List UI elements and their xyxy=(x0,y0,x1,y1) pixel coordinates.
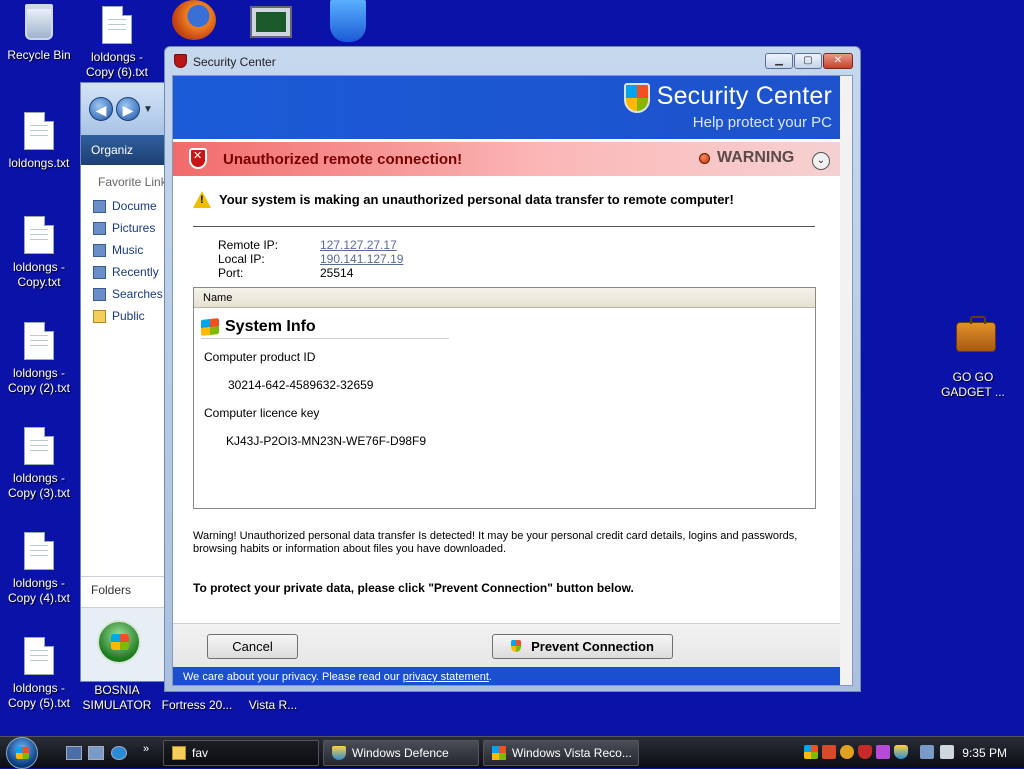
privacy-footer: We care about your privacy. Please read … xyxy=(173,667,852,685)
column-header-name[interactable]: Name xyxy=(194,288,815,308)
product-id-label: Computer product ID xyxy=(204,350,316,364)
desktop-icon-gadget[interactable]: GO GO GADGET ... xyxy=(934,314,1012,400)
recycle-bin-icon xyxy=(25,4,53,40)
show-desktop-icon[interactable] xyxy=(66,746,82,760)
desktop-icon-file[interactable]: loldongs - Copy.txt xyxy=(0,216,78,290)
windows-orb-icon xyxy=(6,737,38,769)
system-info-table: Name System Info Computer product ID 302… xyxy=(193,287,816,509)
windows-flag-icon xyxy=(201,318,219,336)
volume-muted-icon[interactable] xyxy=(940,745,954,759)
alert-shield-icon xyxy=(189,148,207,169)
minimize-button[interactable]: ▁ xyxy=(765,53,793,69)
shield-icon xyxy=(332,746,346,760)
clock[interactable]: 9:35 PM xyxy=(962,746,1007,760)
shield-app-icon[interactable] xyxy=(330,0,378,44)
connection-info: Remote IP: 127.127.27.17 Local IP: 190.141… xyxy=(218,238,404,280)
banner-subtitle: Help protect your PC xyxy=(692,114,832,131)
warning-paragraph: Warning! Unauthorized personal data tran… xyxy=(193,530,798,555)
briefcase-icon xyxy=(956,316,996,352)
windows-logo-icon xyxy=(97,620,141,664)
header-banner: Security Center Help protect your PC xyxy=(173,76,852,139)
back-button[interactable]: ◀ xyxy=(89,97,113,121)
desktop-icon-file[interactable]: loldongs - Copy (6).txt xyxy=(78,6,156,80)
network-icon[interactable] xyxy=(920,745,934,759)
text-file-icon xyxy=(24,637,54,675)
cancel-button[interactable]: Cancel xyxy=(207,634,298,659)
alert-title: Unauthorized remote connection! xyxy=(223,151,463,168)
taskbar-item-vista-recovery[interactable]: Windows Vista Reco... xyxy=(483,740,639,766)
history-dropdown-icon[interactable]: ▼ xyxy=(143,104,153,115)
text-file-icon xyxy=(24,112,54,150)
status-dot-icon xyxy=(699,153,710,164)
alert-level-badge: WARNING xyxy=(717,149,795,166)
text-file-icon xyxy=(102,6,132,44)
warning-icon xyxy=(193,191,211,208)
protect-instruction: To protect your private data, please cli… xyxy=(193,581,634,595)
desktop-icon-file[interactable]: loldongs - Copy (5).txt xyxy=(0,637,78,711)
button-bar: Cancel Prevent Connection xyxy=(173,623,852,667)
security-center-window[interactable]: Security Center ▁ ▢ ✕ Security Center He… xyxy=(164,46,861,692)
alert-bar: Unauthorized remote connection! WARNING … xyxy=(173,142,852,176)
local-ip-link[interactable]: 190.141.127.19 xyxy=(320,252,403,266)
remote-ip-link[interactable]: 127.127.27.17 xyxy=(320,238,397,252)
start-button[interactable] xyxy=(6,737,50,769)
prevent-connection-button[interactable]: Prevent Connection xyxy=(492,634,673,659)
window-content: Security Center Help protect your PC Una… xyxy=(172,75,853,686)
divider xyxy=(193,226,815,227)
banner-title: Security Center xyxy=(656,82,832,110)
forward-button[interactable]: ▶ xyxy=(116,97,140,121)
licence-key-label: Computer licence key xyxy=(204,406,320,420)
licence-key-value: KJ43J-P2OI3-MN23N-WE76F-D98F9 xyxy=(226,434,427,448)
privacy-statement-link[interactable]: privacy statement xyxy=(403,671,489,683)
security-center-tray-icon[interactable] xyxy=(894,745,908,759)
search-icon xyxy=(93,287,106,301)
taskbar-item-windows-defence[interactable]: Windows Defence xyxy=(323,740,479,766)
text-file-icon xyxy=(24,322,54,360)
defender-tray-icon[interactable] xyxy=(858,745,872,759)
taskbar: » fav Windows Defence Windows Vista Reco… xyxy=(0,736,1024,769)
system-info-heading: System Info xyxy=(201,318,449,339)
close-button[interactable]: ✕ xyxy=(823,53,853,69)
text-file-icon xyxy=(24,427,54,465)
shield-icon xyxy=(174,54,187,68)
desktop-icon-file[interactable]: loldongs - Copy (3).txt xyxy=(0,427,78,501)
folder-icon xyxy=(172,746,186,760)
security-shield-icon xyxy=(624,83,650,113)
security-alert-icon[interactable] xyxy=(822,745,836,759)
desktop-icon-game[interactable]: Fortress 20... xyxy=(158,698,236,713)
system-tray: 9:35 PM xyxy=(800,737,1024,769)
desktop-icon-file[interactable]: loldongs.txt xyxy=(0,112,78,171)
music-icon xyxy=(93,243,106,257)
pictures-icon xyxy=(93,221,106,235)
vertical-scrollbar[interactable] xyxy=(840,76,852,685)
desktop-icon-game[interactable]: BOSNIA SIMULATOR xyxy=(78,683,156,713)
windows-flag-icon xyxy=(492,746,506,760)
computer-icon[interactable] xyxy=(250,0,298,44)
recent-icon xyxy=(93,265,106,279)
maximize-button[interactable]: ▢ xyxy=(794,53,822,69)
desktop-icon-app[interactable]: Vista R... xyxy=(234,698,312,713)
warning-message: Your system is making an unauthorized pe… xyxy=(193,191,734,208)
app-tray-icon[interactable] xyxy=(876,745,890,759)
quick-launch-overflow-icon[interactable]: » xyxy=(143,743,149,755)
desktop-icon-file[interactable]: loldongs - Copy (2).txt xyxy=(0,322,78,396)
folder-icon xyxy=(93,309,106,323)
uac-shield-icon xyxy=(511,640,522,652)
window-title: Security Center xyxy=(193,55,276,69)
port-value: 25514 xyxy=(320,266,354,280)
windows-update-icon[interactable] xyxy=(804,745,818,759)
documents-icon xyxy=(93,199,106,213)
text-file-icon xyxy=(24,532,54,570)
internet-explorer-icon[interactable] xyxy=(111,746,127,760)
title-bar[interactable]: Security Center ▁ ▢ ✕ xyxy=(165,47,860,75)
desktop-icon-file[interactable]: loldongs - Copy (4).txt xyxy=(0,532,78,606)
desktop-icon-recycle-bin[interactable]: Recycle Bin xyxy=(0,4,78,63)
expand-chevron-icon[interactable]: ⌄ xyxy=(812,152,830,170)
switch-windows-icon[interactable] xyxy=(88,746,104,760)
taskbar-item-fav[interactable]: fav xyxy=(163,740,319,766)
gadget-tray-icon[interactable] xyxy=(840,745,854,759)
product-id-value: 30214-642-4589632-32659 xyxy=(228,378,374,392)
firefox-icon[interactable] xyxy=(172,0,220,44)
text-file-icon xyxy=(24,216,54,254)
